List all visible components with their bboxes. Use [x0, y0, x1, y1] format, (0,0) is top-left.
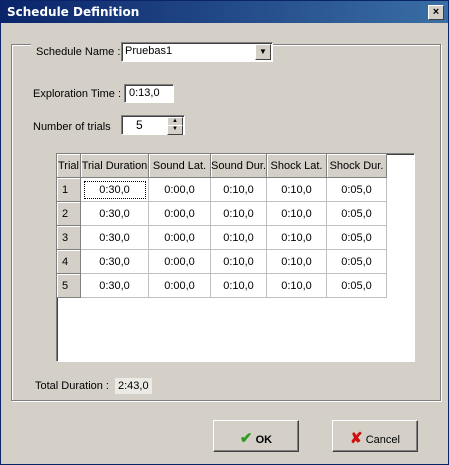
grid-cell[interactable]: 0:00,0 [149, 202, 211, 226]
exploration-time-label: Exploration Time : [33, 88, 122, 100]
grid-cell[interactable]: 0:10,0 [267, 250, 327, 274]
column-header-shock-lat[interactable]: Shock Lat. [267, 154, 327, 178]
cancel-x-icon: ✘ [350, 430, 363, 447]
title-bar[interactable]: Schedule Definition × [1, 1, 448, 23]
dropdown-arrow-icon[interactable]: ▼ [255, 44, 271, 60]
schedule-name-combo[interactable]: Pruebas1 ▼ [121, 42, 273, 62]
grid-cell[interactable]: 0:10,0 [267, 274, 327, 298]
grid-cell[interactable]: 0:10,0 [211, 202, 267, 226]
trials-grid[interactable]: Trial Trial Duration Sound Lat. Sound Du… [56, 153, 415, 362]
row-header[interactable]: 4 [57, 250, 81, 274]
number-of-trials-value: 5 [136, 118, 143, 132]
cancel-button-label: Cancel [365, 434, 400, 446]
exploration-time-value: 0:13,0 [129, 87, 160, 99]
grid-cell[interactable]: 0:05,0 [327, 202, 387, 226]
grid-cell[interactable]: 0:30,0 [81, 250, 149, 274]
row-header[interactable]: 5 [57, 274, 81, 298]
checkmark-icon: ✔ [239, 430, 253, 447]
grid-cell[interactable]: 0:30,0 [81, 178, 149, 202]
exploration-time-field[interactable]: 0:13,0 [124, 84, 174, 103]
grid-cell[interactable]: 0:05,0 [327, 226, 387, 250]
total-duration-label: Total Duration : [35, 380, 109, 392]
close-button[interactable]: × [428, 5, 444, 20]
grid-cell[interactable]: 0:00,0 [149, 226, 211, 250]
dialog-title: Schedule Definition [7, 5, 140, 19]
number-of-trials-spinner[interactable]: 5 ▲ ▼ [121, 115, 185, 135]
row-header[interactable]: 2 [57, 202, 81, 226]
ok-button[interactable]: ✔ OK [213, 420, 299, 452]
number-of-trials-label: Number of trials [33, 121, 111, 133]
column-header-trial[interactable]: Trial [57, 154, 81, 178]
grid-cell[interactable]: 0:10,0 [211, 250, 267, 274]
total-duration-value: 2:43,0 [115, 378, 152, 394]
grid-cell[interactable]: 0:30,0 [81, 202, 149, 226]
schedule-name-label: Schedule Name : [36, 46, 121, 58]
grid-cell[interactable]: 0:10,0 [211, 226, 267, 250]
grid-cell[interactable]: 0:30,0 [81, 226, 149, 250]
grid-cell[interactable]: 0:05,0 [327, 274, 387, 298]
schedule-name-value: Pruebas1 [125, 45, 173, 57]
row-header[interactable]: 1 [57, 178, 81, 202]
grid-cell[interactable]: 0:00,0 [149, 274, 211, 298]
grid-cell[interactable]: 0:00,0 [149, 250, 211, 274]
column-header-sound-lat[interactable]: Sound Lat. [149, 154, 211, 178]
grid-cell[interactable]: 0:05,0 [327, 178, 387, 202]
grid-cell[interactable]: 0:30,0 [81, 274, 149, 298]
grid-cell[interactable]: 0:10,0 [267, 226, 327, 250]
row-header[interactable]: 3 [57, 226, 81, 250]
grid-cell[interactable]: 0:10,0 [267, 178, 327, 202]
schedule-definition-dialog: Schedule Definition × Schedule Name : Pr… [0, 0, 449, 465]
grid-cell[interactable]: 0:10,0 [211, 178, 267, 202]
grid-cell[interactable]: 0:10,0 [211, 274, 267, 298]
column-header-trial-duration[interactable]: Trial Duration [81, 154, 149, 178]
ok-button-label: OK [255, 434, 273, 446]
column-header-shock-dur[interactable]: Shock Dur. [327, 154, 387, 178]
grid-cell[interactable]: 0:05,0 [327, 250, 387, 274]
grid-cell[interactable]: 0:00,0 [149, 178, 211, 202]
spin-down-icon[interactable]: ▼ [167, 125, 183, 135]
cancel-button[interactable]: ✘ Cancel [332, 420, 418, 452]
column-header-sound-dur[interactable]: Sound Dur. [211, 154, 267, 178]
grid-cell[interactable]: 0:10,0 [267, 202, 327, 226]
